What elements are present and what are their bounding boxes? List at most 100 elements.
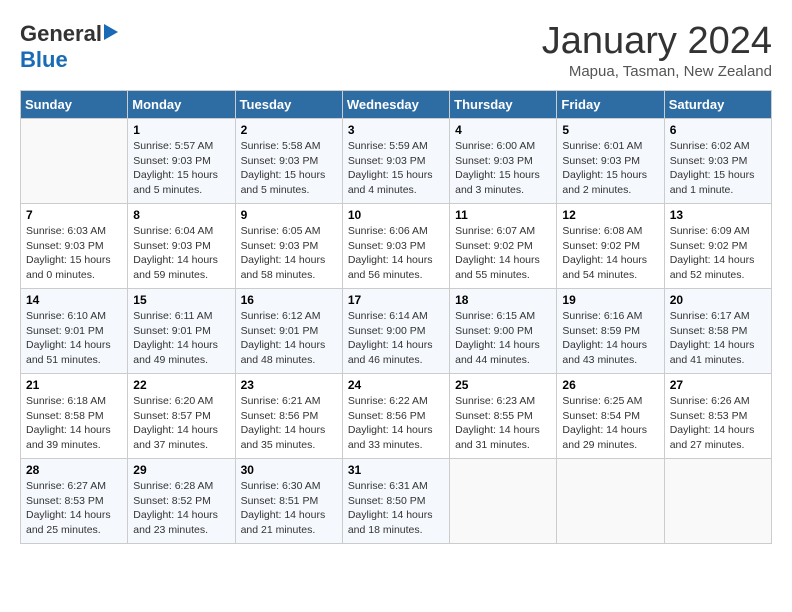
calendar-cell: 17Sunrise: 6:14 AMSunset: 9:00 PMDayligh…: [342, 289, 449, 374]
day-info: Sunrise: 6:27 AMSunset: 8:53 PMDaylight:…: [26, 480, 111, 536]
calendar-cell: 18 Sunrise: 6:15 AMSunset: 9:00 PMDayligh…: [450, 289, 557, 374]
day-number: 22: [133, 378, 229, 392]
day-number: 10: [348, 208, 444, 222]
day-info: Sunrise: 5:59 AMSunset: 9:03 PMDaylight:…: [348, 140, 433, 196]
day-number: 21: [26, 378, 122, 392]
day-number: 25: [455, 378, 551, 392]
calendar-cell: 23Sunrise: 6:21 AMSunset: 8:56 PMDayligh…: [235, 374, 342, 459]
calendar-week-row: 14Sunrise: 6:10 AMSunset: 9:01 PMDayligh…: [21, 289, 772, 374]
day-number: 2: [241, 123, 337, 137]
day-of-week-header: Sunday: [21, 91, 128, 119]
day-number: 9: [241, 208, 337, 222]
day-number: 20: [670, 293, 766, 307]
logo-arrow-icon: [104, 22, 122, 47]
day-number: 29: [133, 463, 229, 477]
day-number: 30: [241, 463, 337, 477]
calendar-cell: 6Sunrise: 6:02 AMSunset: 9:03 PMDaylight…: [664, 119, 771, 204]
day-number: 19: [562, 293, 658, 307]
day-info: Sunrise: 6:28 AMSunset: 8:52 PMDaylight:…: [133, 480, 218, 536]
day-info: Sunrise: 6:16 AMSunset: 8:59 PMDaylight:…: [562, 310, 647, 366]
calendar-cell: [450, 459, 557, 544]
calendar-cell: 1 Sunrise: 5:57 AMSunset: 9:03 PMDaylight…: [128, 119, 235, 204]
day-of-week-header: Friday: [557, 91, 664, 119]
day-number: 13: [670, 208, 766, 222]
calendar-cell: [21, 119, 128, 204]
calendar-cell: 29 Sunrise: 6:28 AMSunset: 8:52 PMDayligh…: [128, 459, 235, 544]
day-of-week-header: Monday: [128, 91, 235, 119]
day-info: Sunrise: 6:15 AMSunset: 9:00 PMDaylight:…: [455, 310, 540, 366]
day-info: Sunrise: 6:14 AMSunset: 9:00 PMDaylight:…: [348, 310, 433, 366]
logo: General Blue: [20, 20, 122, 73]
calendar-cell: 20 Sunrise: 6:17 AMSunset: 8:58 PMDayligh…: [664, 289, 771, 374]
calendar-cell: 2Sunrise: 5:58 AMSunset: 9:03 PMDaylight…: [235, 119, 342, 204]
day-of-week-header: Saturday: [664, 91, 771, 119]
calendar-cell: 13 Sunrise: 6:09 AMSunset: 9:02 PMDayligh…: [664, 204, 771, 289]
day-info: Sunrise: 6:01 AMSunset: 9:03 PMDaylight:…: [562, 140, 647, 196]
calendar-cell: 26Sunrise: 6:25 AMSunset: 8:54 PMDayligh…: [557, 374, 664, 459]
day-info: Sunrise: 6:05 AMSunset: 9:03 PMDaylight:…: [241, 225, 326, 281]
calendar-cell: 11 Sunrise: 6:07 AMSunset: 9:02 PMDayligh…: [450, 204, 557, 289]
calendar-cell: 14Sunrise: 6:10 AMSunset: 9:01 PMDayligh…: [21, 289, 128, 374]
day-info: Sunrise: 6:03 AMSunset: 9:03 PMDaylight:…: [26, 225, 111, 281]
day-number: 26: [562, 378, 658, 392]
day-info: Sunrise: 6:07 AMSunset: 9:02 PMDaylight:…: [455, 225, 540, 281]
calendar-cell: 19 Sunrise: 6:16 AMSunset: 8:59 PMDayligh…: [557, 289, 664, 374]
day-number: 8: [133, 208, 229, 222]
day-number: 3: [348, 123, 444, 137]
location: Mapua, Tasman, New Zealand: [542, 63, 772, 80]
day-info: Sunrise: 5:57 AMSunset: 9:03 PMDaylight:…: [133, 140, 218, 196]
day-number: 31: [348, 463, 444, 477]
title-section: January 2024 Mapua, Tasman, New Zealand: [542, 20, 772, 80]
calendar-cell: 24 Sunrise: 6:22 AMSunset: 8:56 PMDayligh…: [342, 374, 449, 459]
calendar-cell: 22 Sunrise: 6:20 AMSunset: 8:57 PMDayligh…: [128, 374, 235, 459]
day-of-week-header: Thursday: [450, 91, 557, 119]
calendar-cell: 31Sunrise: 6:31 AMSunset: 8:50 PMDayligh…: [342, 459, 449, 544]
calendar-cell: 30 Sunrise: 6:30 AMSunset: 8:51 PMDayligh…: [235, 459, 342, 544]
day-number: 15: [133, 293, 229, 307]
day-number: 11: [455, 208, 551, 222]
day-info: Sunrise: 6:30 AMSunset: 8:51 PMDaylight:…: [241, 480, 326, 536]
day-info: Sunrise: 6:22 AMSunset: 8:56 PMDaylight:…: [348, 395, 433, 451]
calendar-cell: [557, 459, 664, 544]
day-info: Sunrise: 6:11 AMSunset: 9:01 PMDaylight:…: [133, 310, 218, 366]
day-number: 1: [133, 123, 229, 137]
calendar-cell: 25Sunrise: 6:23 AMSunset: 8:55 PMDayligh…: [450, 374, 557, 459]
calendar-cell: 27 Sunrise: 6:26 AMSunset: 8:53 PMDayligh…: [664, 374, 771, 459]
calendar-cell: 12 Sunrise: 6:08 AMSunset: 9:02 PMDayligh…: [557, 204, 664, 289]
day-info: Sunrise: 6:00 AMSunset: 9:03 PMDaylight:…: [455, 140, 540, 196]
day-info: Sunrise: 6:09 AMSunset: 9:02 PMDaylight:…: [670, 225, 755, 281]
month-title: January 2024: [542, 20, 772, 63]
day-info: Sunrise: 6:21 AMSunset: 8:56 PMDaylight:…: [241, 395, 326, 451]
day-number: 16: [241, 293, 337, 307]
day-info: Sunrise: 6:26 AMSunset: 8:53 PMDaylight:…: [670, 395, 755, 451]
calendar-cell: 5Sunrise: 6:01 AMSunset: 9:03 PMDaylight…: [557, 119, 664, 204]
day-number: 18: [455, 293, 551, 307]
calendar-cell: 7 Sunrise: 6:03 AMSunset: 9:03 PMDaylight…: [21, 204, 128, 289]
day-number: 12: [562, 208, 658, 222]
calendar-cell: 9 Sunrise: 6:05 AMSunset: 9:03 PMDaylight…: [235, 204, 342, 289]
day-of-week-header: Tuesday: [235, 91, 342, 119]
calendar-week-row: 7 Sunrise: 6:03 AMSunset: 9:03 PMDaylight…: [21, 204, 772, 289]
day-number: 28: [26, 463, 122, 477]
day-of-week-header: Wednesday: [342, 91, 449, 119]
logo-blue-text: Blue: [20, 47, 68, 72]
calendar-cell: 21 Sunrise: 6:18 AMSunset: 8:58 PMDayligh…: [21, 374, 128, 459]
page-header: General Blue January 2024 Mapua, Tasman,…: [20, 20, 772, 80]
day-number: 14: [26, 293, 122, 307]
calendar-cell: 10 Sunrise: 6:06 AMSunset: 9:03 PMDayligh…: [342, 204, 449, 289]
calendar-cell: 8Sunrise: 6:04 AMSunset: 9:03 PMDaylight…: [128, 204, 235, 289]
day-info: Sunrise: 6:18 AMSunset: 8:58 PMDaylight:…: [26, 395, 111, 451]
day-info: Sunrise: 6:02 AMSunset: 9:03 PMDaylight:…: [670, 140, 755, 196]
day-info: Sunrise: 6:17 AMSunset: 8:58 PMDaylight:…: [670, 310, 755, 366]
day-number: 7: [26, 208, 122, 222]
day-info: Sunrise: 6:20 AMSunset: 8:57 PMDaylight:…: [133, 395, 218, 451]
day-number: 27: [670, 378, 766, 392]
calendar-cell: 16 Sunrise: 6:12 AMSunset: 9:01 PMDayligh…: [235, 289, 342, 374]
calendar-cell: [664, 459, 771, 544]
day-info: Sunrise: 6:08 AMSunset: 9:02 PMDaylight:…: [562, 225, 647, 281]
calendar-week-row: 28 Sunrise: 6:27 AMSunset: 8:53 PMDayligh…: [21, 459, 772, 544]
day-info: Sunrise: 6:06 AMSunset: 9:03 PMDaylight:…: [348, 225, 433, 281]
day-info: Sunrise: 6:12 AMSunset: 9:01 PMDaylight:…: [241, 310, 326, 366]
day-number: 24: [348, 378, 444, 392]
logo-general-text: General: [20, 21, 102, 47]
